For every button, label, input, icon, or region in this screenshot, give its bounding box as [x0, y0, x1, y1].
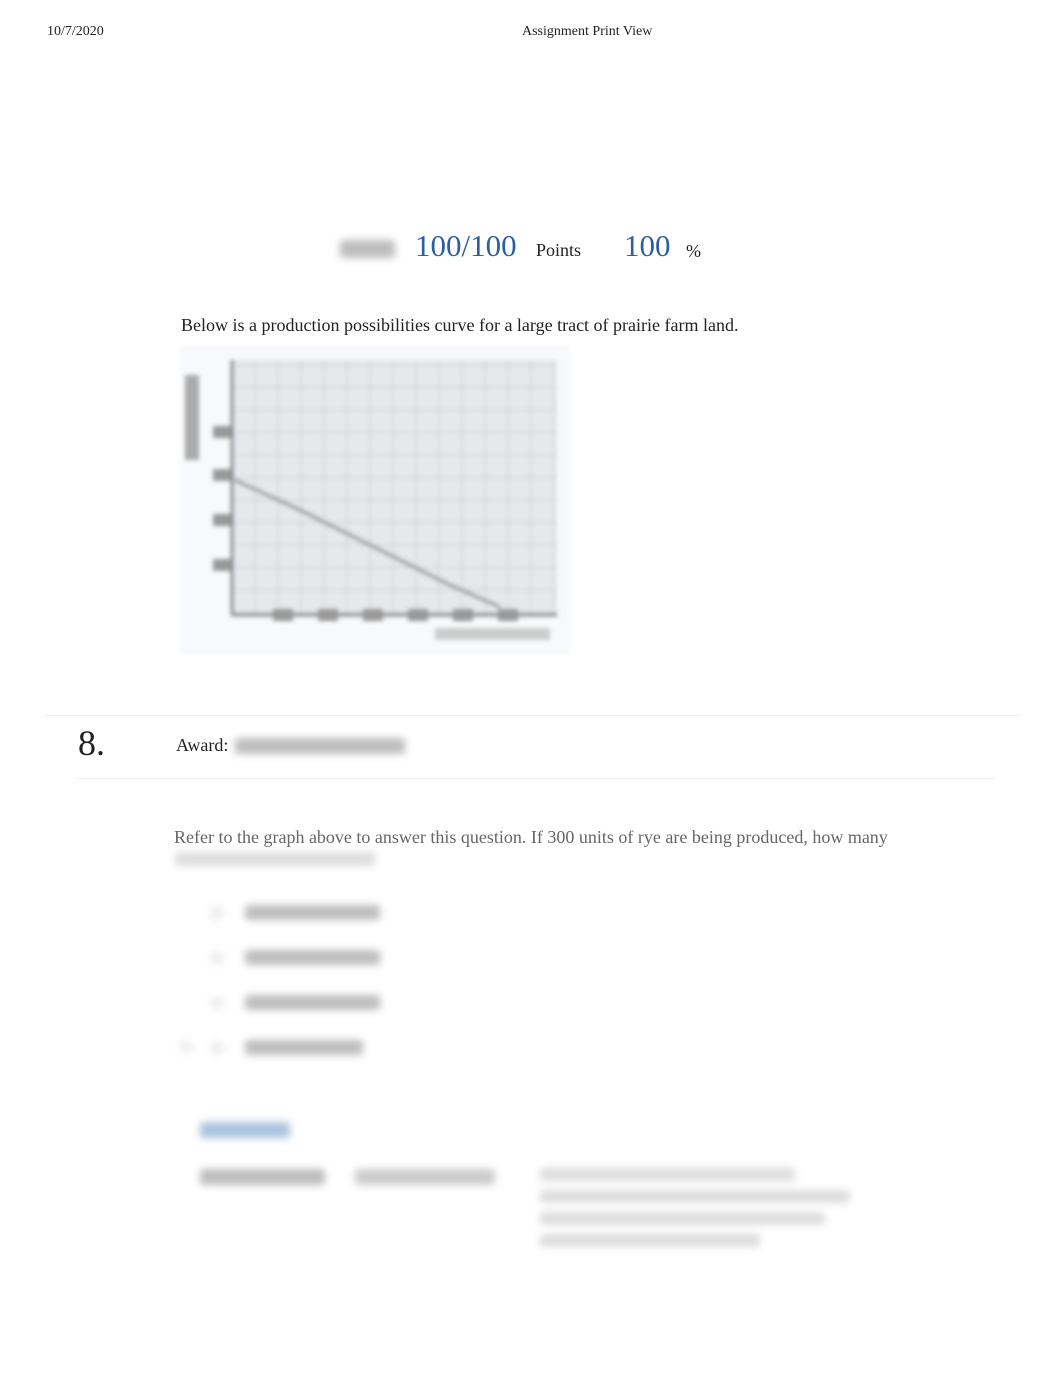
y-axis-title-blurred: [185, 375, 199, 460]
option-4-blurred[interactable]: [245, 1040, 363, 1055]
x-tick-label-blurred: [408, 609, 428, 621]
x-tick-label-blurred: [273, 609, 293, 621]
print-title: Assignment Print View: [522, 24, 653, 39]
question-text-continued-blurred: [175, 852, 375, 866]
reference-type-blurred: [200, 1169, 325, 1185]
x-tick-label-blurred: [363, 609, 383, 621]
reference-detail-blurred: [540, 1190, 850, 1203]
y-tick-label-blurred: [213, 426, 231, 438]
option-2-blurred[interactable]: [245, 950, 380, 965]
points-label: Points: [536, 240, 582, 260]
score-label-blurred: [340, 240, 395, 258]
option-radio[interactable]: [210, 906, 224, 920]
award-label: Award:: [176, 735, 229, 755]
x-tick-label-blurred: [453, 609, 473, 621]
percent-sign: %: [686, 241, 701, 261]
divider: [75, 778, 995, 779]
question-number: 8.: [78, 723, 105, 763]
references-link-blurred[interactable]: [200, 1122, 290, 1138]
option-3-blurred[interactable]: [245, 995, 380, 1010]
y-tick-label-blurred: [213, 469, 231, 481]
x-tick-label-blurred: [318, 609, 338, 621]
reference-detail-blurred: [540, 1234, 760, 1247]
score-value: 100/100: [415, 228, 517, 263]
y-tick-label-blurred: [213, 514, 231, 526]
page: 10/7/2020 Assignment Print View 100/100 …: [0, 0, 1062, 1377]
reference-detail-blurred: [540, 1168, 795, 1181]
question-text: Refer to the graph above to answer this …: [174, 827, 888, 847]
divider: [45, 715, 1020, 716]
award-value-blurred: [235, 738, 405, 754]
percent-value: 100: [624, 228, 671, 263]
reference-detail-blurred: [540, 1212, 825, 1225]
y-tick-label-blurred: [213, 559, 231, 571]
ppc-chart: [180, 345, 570, 655]
print-date: 10/7/2020: [47, 24, 104, 39]
option-radio[interactable]: [210, 1041, 224, 1055]
intro-text: Below is a production possibilities curv…: [181, 315, 739, 335]
correct-marker-icon: [180, 1041, 192, 1053]
option-radio[interactable]: [210, 951, 224, 965]
x-axis-title-blurred: [435, 628, 550, 640]
option-1-blurred[interactable]: [245, 905, 380, 920]
difficulty-blurred: [355, 1169, 495, 1185]
option-radio[interactable]: [210, 996, 224, 1010]
x-tick-label-blurred: [498, 609, 518, 621]
